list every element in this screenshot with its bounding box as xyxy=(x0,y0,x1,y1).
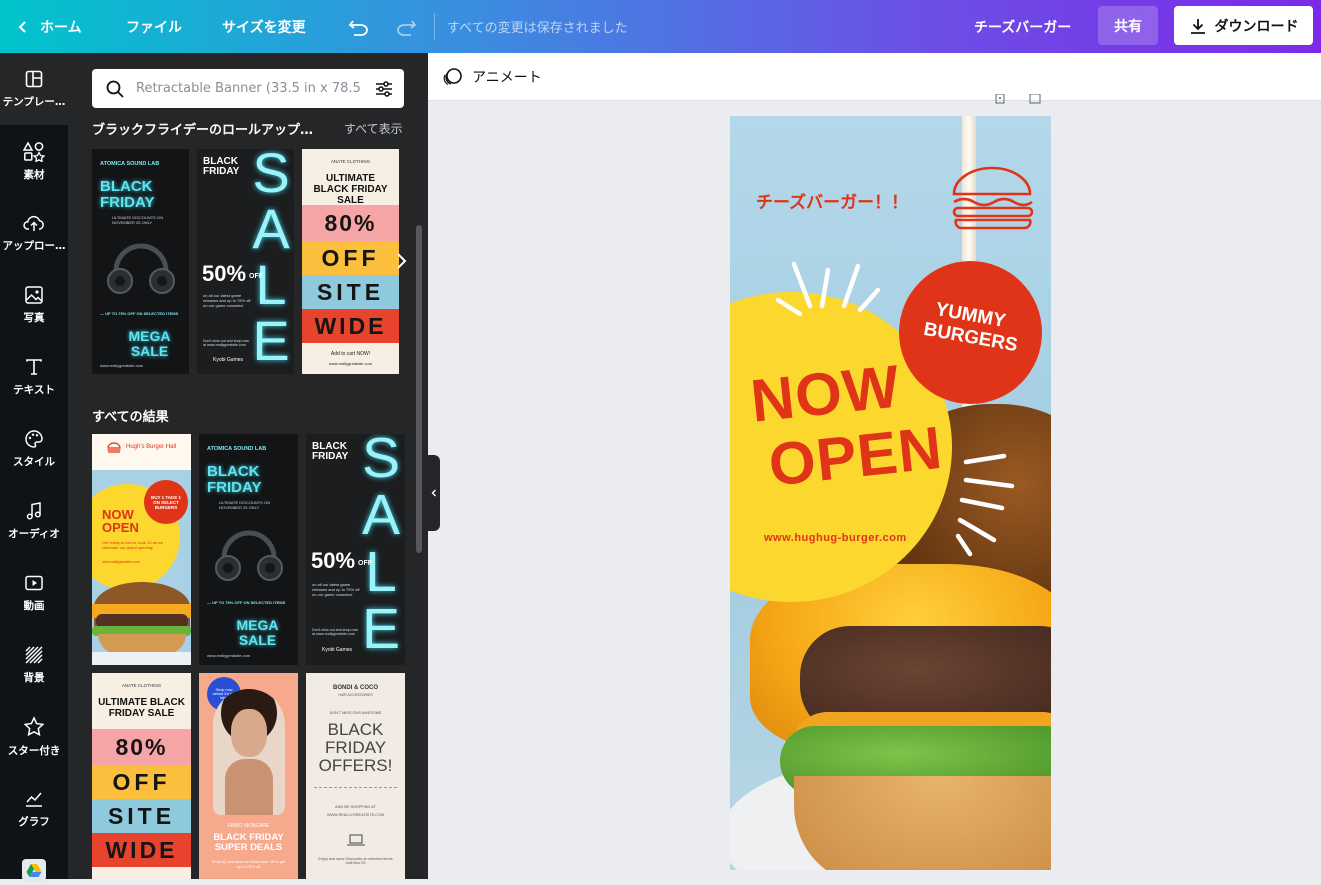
headphones-image xyxy=(107,243,175,294)
search-icon xyxy=(106,80,124,98)
share-button[interactable]: 共有 xyxy=(1098,6,1158,45)
template-thumbnail[interactable]: BLACK FRIDAY SALE 50% OFF on all our lat… xyxy=(306,434,405,665)
panel-scrollbar[interactable] xyxy=(416,225,422,553)
rail-text[interactable]: テキスト xyxy=(0,341,68,413)
star-icon xyxy=(23,716,45,737)
rail-background[interactable]: 背景 xyxy=(0,629,68,701)
file-menu[interactable]: ファイル xyxy=(126,0,182,53)
yummy-badge[interactable]: YUMMY BURGERS xyxy=(899,261,1042,404)
website-url[interactable]: www.hughug-burger.com xyxy=(764,532,907,544)
template-thumbnail[interactable]: Shop now before it's too late! FABIO SKI… xyxy=(199,673,298,879)
add-page-icon[interactable] xyxy=(1029,94,1041,104)
duplicate-page-icon[interactable] xyxy=(993,94,1007,104)
rail-starred[interactable]: スター付き xyxy=(0,701,68,773)
drive-icon xyxy=(26,864,42,877)
template-thumbnail[interactable]: ANATE CLOTHING ULTIMATE BLACK FRIDAY SAL… xyxy=(302,149,399,374)
download-icon xyxy=(1190,18,1205,34)
burger-logo-icon xyxy=(107,442,121,453)
burger-outline-icon[interactable] xyxy=(948,166,1036,234)
template-thumbnail[interactable]: ANATE CLOTHING ULTIMATE BLACK FRIDAY SAL… xyxy=(92,673,191,879)
home-button[interactable]: ホーム xyxy=(16,0,82,53)
rail-uploads[interactable]: アップロー… xyxy=(0,197,68,269)
search-box xyxy=(92,69,404,108)
save-status: すべての変更は保存されました xyxy=(447,21,628,36)
home-label: ホーム xyxy=(40,19,82,36)
download-label: ダウンロード xyxy=(1214,18,1299,35)
video-icon xyxy=(25,575,43,591)
jp-headline[interactable]: チーズバーガー！！ xyxy=(756,188,908,213)
animate-button[interactable]: アニメート xyxy=(442,53,542,101)
music-icon xyxy=(26,502,41,520)
template-thumbnail[interactable]: BLACK FRIDAY SALE 50% OFF on all our lat… xyxy=(197,149,294,374)
animate-icon xyxy=(443,68,462,86)
photo-icon xyxy=(25,286,43,304)
design-canvas[interactable]: YUMMY BURGERS チーズバーガー！！ NOW OPEN www.hug… xyxy=(730,116,1051,870)
rail-video[interactable]: 動画 xyxy=(0,557,68,629)
section-title-all-results: すべての結果 xyxy=(92,410,169,425)
rail-styles[interactable]: スタイル xyxy=(0,413,68,485)
redo-icon xyxy=(397,19,417,36)
filter-icon[interactable] xyxy=(374,79,394,99)
headphones-image xyxy=(215,530,283,581)
document-title[interactable]: チーズバーガー xyxy=(974,0,1071,53)
templates-panel: ブラックフライデーのロールアップ… すべて表示 ATOMICA SOUND LA… xyxy=(68,53,428,879)
upload-icon xyxy=(23,215,44,231)
rail-audio[interactable]: オーディオ xyxy=(0,485,68,557)
redo-button[interactable] xyxy=(395,0,417,53)
context-toolbar: アニメート xyxy=(428,53,1321,101)
undo-icon xyxy=(348,19,368,36)
top-bar: ホーム ファイル サイズを変更 すべての変更は保存されました チーズバーガー 共… xyxy=(0,0,1321,53)
elements-icon xyxy=(23,141,45,162)
resize-menu[interactable]: サイズを変更 xyxy=(222,0,306,53)
template-thumbnail[interactable]: Hugh's Burger Hall BUY 1 TAKE 1 ON SELEC… xyxy=(92,434,191,665)
undo-button[interactable] xyxy=(348,0,370,53)
rail-photos[interactable]: 写真 xyxy=(0,269,68,341)
rail-charts[interactable]: グラフ xyxy=(0,773,68,845)
see-all-link[interactable]: すべて表示 xyxy=(344,120,403,137)
chevron-left-icon xyxy=(431,489,436,497)
chart-icon xyxy=(26,792,42,807)
template-thumbnail[interactable]: BONDI & COCO HAIR ACCESSORIES DON'T MISS… xyxy=(306,673,405,879)
background-icon xyxy=(25,646,43,664)
palette-icon xyxy=(25,430,43,448)
laptop-icon xyxy=(347,834,365,846)
text-icon xyxy=(26,359,42,375)
google-drive-app[interactable] xyxy=(22,859,46,881)
search-input[interactable] xyxy=(136,69,362,108)
download-button[interactable]: ダウンロード xyxy=(1174,6,1313,45)
sparkle-decoration xyxy=(955,453,1015,557)
side-rail: テンプレー… 素材 アップロー… 写真 テキスト スタイル オーディオ 動画 背… xyxy=(0,53,68,881)
template-icon xyxy=(25,70,43,88)
rail-elements[interactable]: 素材 xyxy=(0,125,68,197)
template-thumbnail[interactable]: ATOMICA SOUND LAB BLACK FRIDAY ULTIMATE … xyxy=(92,149,189,374)
animate-label: アニメート xyxy=(472,70,542,86)
chevron-left-icon xyxy=(18,20,26,33)
template-thumbnail[interactable]: ATOMICA SOUND LAB BLACK FRIDAY ULTIMATE … xyxy=(199,434,298,665)
collapse-panel-button[interactable] xyxy=(428,455,440,531)
carousel-next-icon[interactable] xyxy=(395,252,407,270)
toolbar-divider xyxy=(434,13,435,40)
sparkle-decoration xyxy=(775,261,881,317)
model-photo xyxy=(213,689,285,815)
section-title-blackfriday: ブラックフライデーのロールアップ… xyxy=(92,123,314,138)
rail-templates[interactable]: テンプレー… xyxy=(0,53,68,125)
